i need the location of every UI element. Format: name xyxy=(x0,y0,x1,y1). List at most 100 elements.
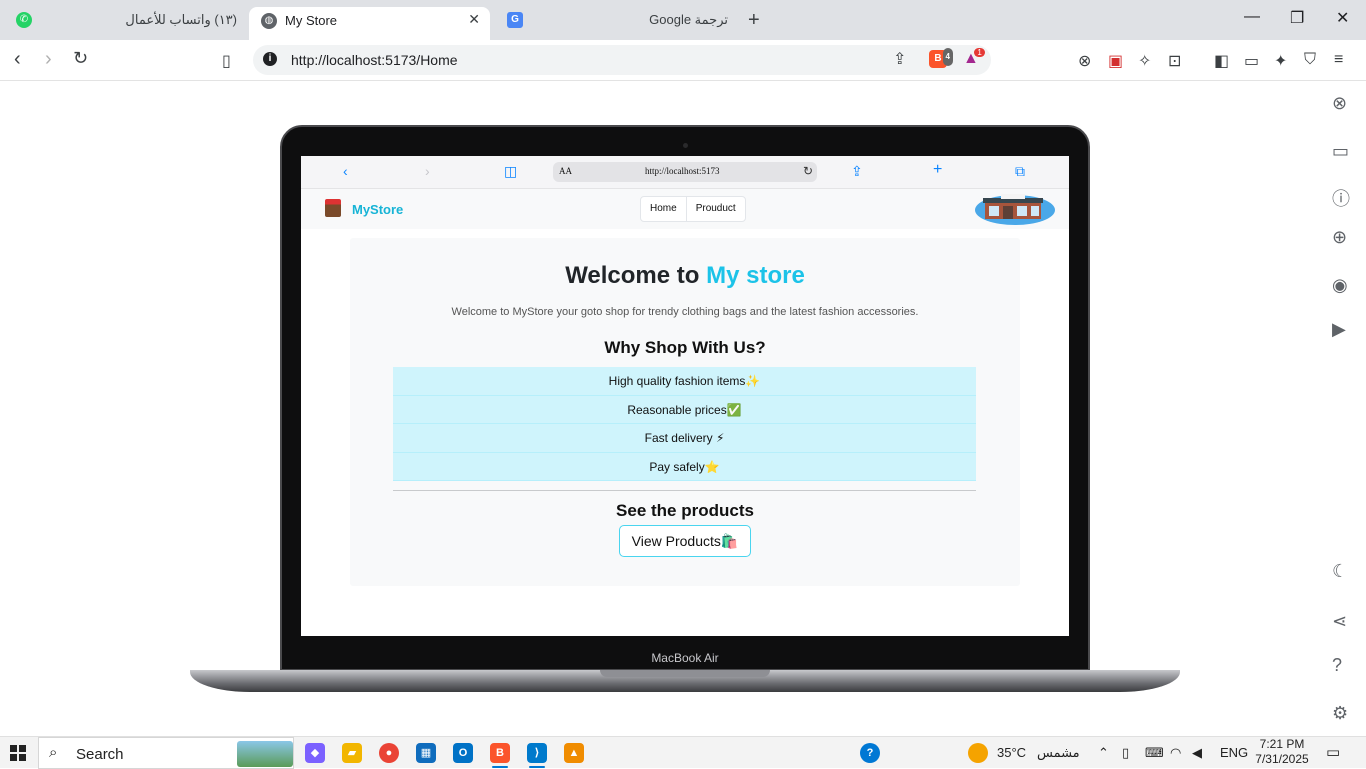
tab-whatsapp[interactable]: ✆ (١٣) واتساب للأعمال xyxy=(0,0,245,40)
leo-ai-icon[interactable]: ✦ xyxy=(1274,51,1287,71)
battery-icon[interactable]: ▯ xyxy=(1122,745,1129,761)
restore-button[interactable]: ❐ xyxy=(1290,8,1304,28)
safari-bookmarks-icon[interactable]: ◫ xyxy=(504,163,517,180)
sunny-weather-icon xyxy=(968,743,988,763)
safari-new-tab-icon[interactable]: + xyxy=(933,161,942,179)
extensions-puzzle-icon[interactable]: ✧ xyxy=(1138,51,1151,71)
back-button[interactable]: ‹ xyxy=(14,48,21,71)
safari-toolbar: ‹ › ◫ AA http://localhost:5173 ↻ ⇪ + ⧉ xyxy=(301,156,1069,189)
home-card: Welcome to My store Welcome to MyStore y… xyxy=(350,238,1020,586)
tab-label: (١٣) واتساب للأعمال xyxy=(125,12,237,27)
nav-product[interactable]: Prouduct xyxy=(687,197,745,221)
view-products-button[interactable]: View Products🛍️ xyxy=(619,525,751,557)
extension-icon[interactable]: ⊗ xyxy=(1078,51,1091,71)
weather-label[interactable]: مشمس xyxy=(1037,745,1080,761)
close-window-button[interactable]: ✕ xyxy=(1336,8,1349,28)
url-bar[interactable]: i http://localhost:5173/Home ⇪ B4 ▲ 1 xyxy=(253,45,991,75)
safari-url-bar[interactable]: AA http://localhost:5173 ↻ xyxy=(553,162,817,182)
temperature[interactable]: 35°C xyxy=(997,745,1026,760)
zoom-icon[interactable]: ⊕ xyxy=(1332,227,1347,248)
brave-icon[interactable]: B xyxy=(490,743,510,763)
tab-label: My Store xyxy=(285,13,338,28)
page-title: Welcome to My store xyxy=(350,262,1020,290)
title-prefix: Welcome to xyxy=(565,262,707,289)
share-icon[interactable]: ⋖ xyxy=(1332,611,1347,632)
device-label: MacBook Air xyxy=(651,651,719,665)
page-viewport: ‹ › ◫ AA http://localhost:5173 ↻ ⇪ + ⧉ M… xyxy=(0,81,1320,736)
safari-back-icon[interactable]: ‹ xyxy=(343,163,348,179)
notifications-icon[interactable]: ▭ xyxy=(1326,743,1340,761)
time: 7:21 PM xyxy=(1259,737,1305,751)
safari-reload-icon[interactable]: ↻ xyxy=(803,164,813,179)
lead-text: Welcome to MyStore your goto shop for tr… xyxy=(451,306,919,318)
shields-count-badge: 4 xyxy=(942,48,953,66)
tab-bar: ✆ (١٣) واتساب للأعمال ◍ My Store ✕ G ترج… xyxy=(0,0,1366,40)
dark-mode-icon[interactable]: ☾ xyxy=(1332,561,1348,582)
wallet-icon[interactable]: ▭ xyxy=(1244,51,1259,71)
volume-icon[interactable]: ◀ xyxy=(1192,745,1202,761)
reload-button[interactable]: ↻ xyxy=(73,48,88,69)
safari-forward-icon[interactable]: › xyxy=(425,163,430,179)
date: 7/31/2025 xyxy=(1255,752,1309,766)
responsive-mode-icon[interactable]: ▭ xyxy=(1332,141,1349,162)
forward-button[interactable]: › xyxy=(45,48,52,71)
title-accent: My store xyxy=(706,262,805,289)
safari-share-icon[interactable]: ⇪ xyxy=(851,163,863,180)
close-panel-icon[interactable]: ⊗ xyxy=(1332,93,1347,114)
laptop-screen: ‹ › ◫ AA http://localhost:5173 ↻ ⇪ + ⧉ M… xyxy=(301,156,1069,636)
minimize-button[interactable]: — xyxy=(1244,8,1260,26)
store-logo-icon xyxy=(325,199,341,217)
safari-tabs-icon[interactable]: ⧉ xyxy=(1015,163,1025,180)
tab-label: ترجمة Google xyxy=(649,12,728,27)
camera-icon[interactable]: ◉ xyxy=(1332,275,1348,296)
features-list: High quality fashion items✨ Reasonable p… xyxy=(393,367,976,481)
url-text[interactable]: http://localhost:5173/Home xyxy=(291,52,458,68)
new-tab-button[interactable]: + xyxy=(748,9,760,32)
brave-rewards-icon[interactable]: ▲ 1 xyxy=(963,48,985,68)
tab-my-store[interactable]: ◍ My Store ✕ xyxy=(249,7,490,40)
globe-icon: ◍ xyxy=(261,13,277,29)
list-item: Reasonable prices✅ xyxy=(393,395,976,424)
outlook-icon[interactable]: O xyxy=(453,743,473,763)
google-translate-icon: G xyxy=(507,12,523,28)
brave-shields-icon[interactable]: B4 xyxy=(929,48,953,68)
help-icon[interactable]: ? xyxy=(860,743,880,763)
copilot-icon[interactable]: ◆ xyxy=(305,743,325,763)
extension-icon[interactable]: ⊡ xyxy=(1168,51,1181,71)
close-tab-icon[interactable]: ✕ xyxy=(468,11,480,28)
search-highlight-image xyxy=(237,741,293,767)
keyboard-icon[interactable]: ⌨ xyxy=(1145,745,1164,761)
taskbar-search[interactable]: ⌕ Search xyxy=(38,737,294,769)
brand-link[interactable]: MyStore xyxy=(352,202,403,217)
settings-icon[interactable]: ⚙ xyxy=(1332,703,1348,724)
file-explorer-icon[interactable]: ▰ xyxy=(342,743,362,763)
vscode-icon[interactable]: ⟩ xyxy=(527,743,547,763)
whatsapp-icon: ✆ xyxy=(16,12,32,28)
tab-google-translate[interactable]: G ترجمة Google xyxy=(500,0,740,40)
video-icon[interactable]: ▶ xyxy=(1332,319,1346,340)
see-products-heading: See the products xyxy=(616,501,754,520)
help-icon[interactable]: ? xyxy=(1332,655,1342,676)
wifi-icon[interactable]: ◠ xyxy=(1170,745,1181,761)
site-info-icon[interactable]: i xyxy=(263,52,277,66)
language-indicator[interactable]: ENG xyxy=(1220,745,1248,760)
menu-icon[interactable]: ≡ xyxy=(1334,51,1343,69)
vlc-icon[interactable]: ▲ xyxy=(564,743,584,763)
extension-icon[interactable]: ▣ xyxy=(1108,51,1123,71)
sidebar-toggle-icon[interactable]: ◧ xyxy=(1214,51,1229,71)
list-item: High quality fashion items✨ xyxy=(393,367,976,396)
why-heading: Why Shop With Us? xyxy=(604,338,766,357)
windows-start-icon[interactable] xyxy=(10,745,26,761)
info-icon[interactable]: ⓘ xyxy=(1332,185,1350,211)
store-icon[interactable]: ▦ xyxy=(416,743,436,763)
share-icon[interactable]: ⇪ xyxy=(893,49,906,69)
bookmark-icon[interactable]: ▯ xyxy=(222,51,231,71)
chrome-icon[interactable]: ● xyxy=(379,743,399,763)
camera-dot xyxy=(683,143,688,148)
site-navbar: MyStore Home Prouduct xyxy=(301,189,1069,229)
chevron-up-icon[interactable]: ⌃ xyxy=(1098,745,1109,761)
reader-aa[interactable]: AA xyxy=(559,166,572,176)
vpn-icon[interactable]: ⛉ xyxy=(1304,51,1316,69)
nav-home[interactable]: Home xyxy=(641,197,687,221)
clock[interactable]: 7:21 PM 7/31/2025 xyxy=(1252,737,1312,767)
